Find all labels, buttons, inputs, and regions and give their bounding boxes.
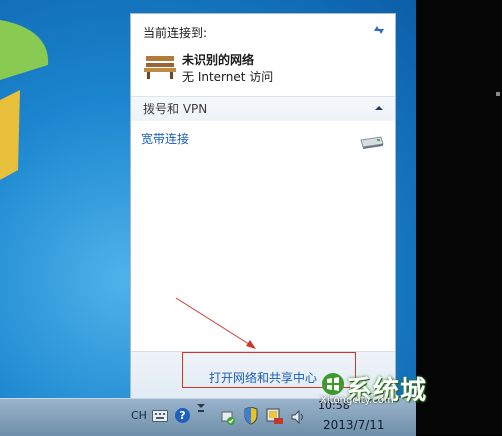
- bench-network-icon: [144, 56, 176, 79]
- flag-icon[interactable]: [220, 409, 236, 425]
- network-popup: 当前连接到: 未识别的网络 无 Internet 访问 拨号和 VPN 宽带连接…: [130, 13, 396, 399]
- keyboard-icon[interactable]: [152, 410, 168, 422]
- help-icon[interactable]: ?: [175, 408, 190, 423]
- right-panel: [416, 0, 502, 435]
- volume-icon[interactable]: [290, 409, 306, 425]
- broadband-connection-link[interactable]: 宽带连接: [141, 130, 189, 147]
- language-indicator[interactable]: CH: [131, 409, 147, 422]
- modem-icon: [360, 136, 384, 149]
- network-status: 无 Internet 访问: [182, 70, 274, 84]
- dialup-vpn-label: 拨号和 VPN: [143, 102, 208, 116]
- shield-icon[interactable]: [244, 407, 258, 425]
- options-icon[interactable]: [196, 403, 206, 417]
- network-name: 未识别的网络: [182, 53, 255, 67]
- current-connection-section: 当前连接到: 未识别的网络 无 Internet 访问: [131, 14, 395, 96]
- refresh-icon[interactable]: [371, 22, 387, 38]
- connected-to-label: 当前连接到:: [143, 26, 208, 40]
- dialup-vpn-header[interactable]: 拨号和 VPN: [131, 97, 395, 121]
- scroll-mark: [496, 92, 500, 96]
- collapse-chevron-icon[interactable]: [373, 102, 385, 114]
- network-icon[interactable]: [266, 407, 284, 425]
- clock-date[interactable]: 2013/7/11: [323, 418, 385, 432]
- windows-logo-fragment: [0, 20, 49, 180]
- watermark-url: Xitongcity.com: [320, 395, 394, 406]
- watermark-logo-icon: [322, 373, 344, 395]
